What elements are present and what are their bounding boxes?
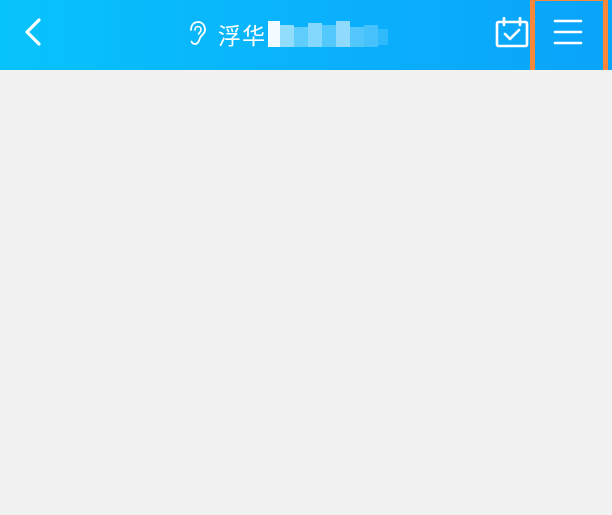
chat-content-area xyxy=(0,70,612,515)
blurred-name-area xyxy=(268,17,388,51)
ear-icon[interactable] xyxy=(186,20,208,48)
chat-title: 浮华 xyxy=(186,14,388,54)
contact-name: 浮华 xyxy=(218,24,266,50)
hamburger-menu-icon xyxy=(553,19,583,45)
back-button[interactable] xyxy=(14,12,54,52)
top-navigation-bar: 浮华 xyxy=(0,0,612,70)
calendar-button[interactable] xyxy=(494,16,530,49)
menu-button[interactable] xyxy=(548,16,588,48)
chevron-left-icon xyxy=(25,18,41,46)
calendar-check-icon xyxy=(495,16,529,48)
